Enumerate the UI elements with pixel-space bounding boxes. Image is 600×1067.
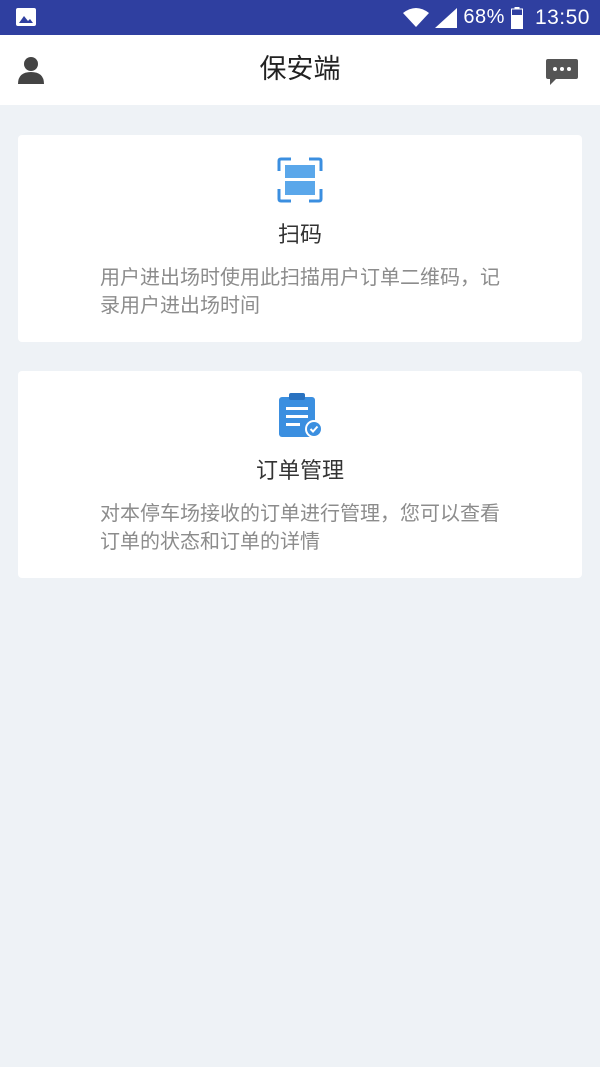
app-bar: 保安端 [0, 35, 600, 105]
wifi-icon [403, 7, 430, 27]
order-clipboard-icon [279, 393, 323, 438]
order-management-title: 订单管理 [255, 459, 344, 484]
scan-description: 用户进出场时使用此扫描用户订单二维码，记录用户进出场时间 [100, 265, 500, 317]
scan-icon [277, 157, 323, 203]
order-management-description: 对本停车场接收的订单进行管理，您可以查看订单的状态和订单的详情 [100, 501, 500, 553]
battery-percent: 68% [463, 6, 505, 28]
message-icon[interactable] [546, 59, 578, 85]
clock: 13:50 [534, 5, 590, 29]
scan-card[interactable]: 扫码 用户进出场时使用此扫描用户订单二维码，记录用户进出场时间 [18, 135, 582, 342]
scan-title: 扫码 [277, 223, 322, 248]
status-right: 68% 13:50 [403, 0, 590, 35]
page-title: 保安端 [259, 54, 341, 85]
signal-icon [435, 7, 458, 28]
user-icon[interactable] [18, 56, 44, 84]
battery-icon [510, 6, 523, 29]
status-bar: 68% 13:50 [0, 0, 600, 35]
order-management-card[interactable]: 订单管理 对本停车场接收的订单进行管理，您可以查看订单的状态和订单的详情 [18, 371, 582, 578]
image-notification-icon [16, 8, 36, 26]
